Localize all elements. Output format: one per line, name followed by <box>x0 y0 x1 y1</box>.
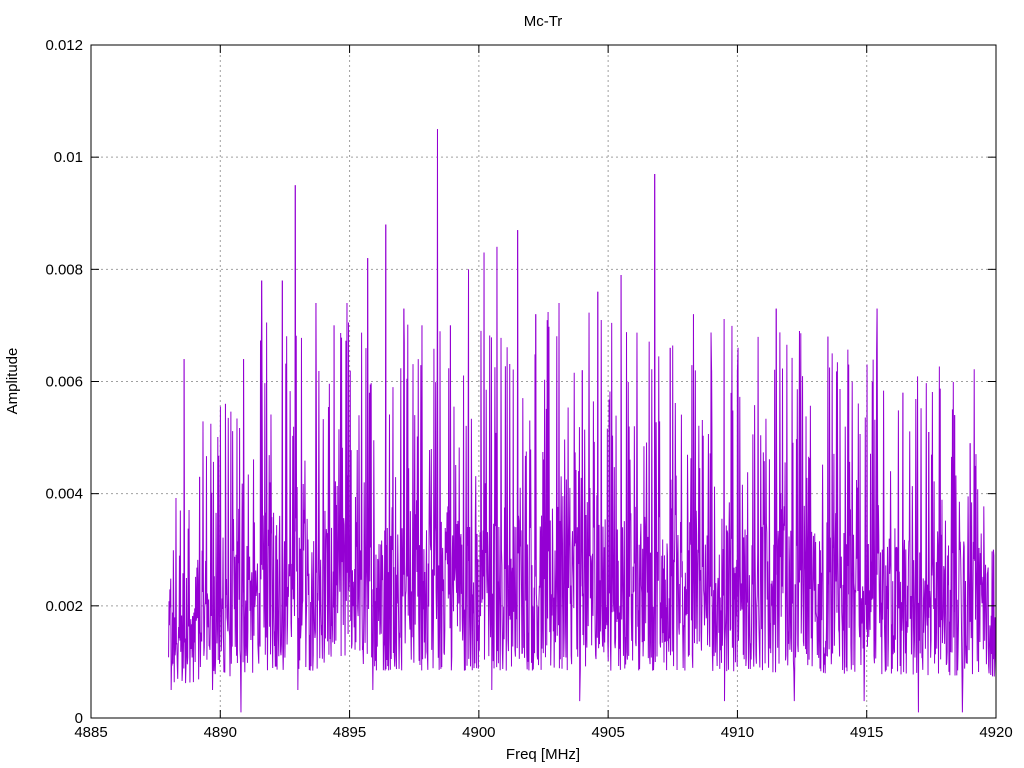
x-axis-title: Freq [MHz] <box>506 746 580 763</box>
y-tick-label: 0.01 <box>54 149 83 166</box>
x-tick-label: 4920 <box>979 724 1012 741</box>
y-tick-label: 0.008 <box>45 261 83 278</box>
amplitude-spectrum-chart: 4885 4890 4895 4900 4905 4910 4915 492000.0020.… <box>4 13 1013 763</box>
x-tick-label: 4900 <box>462 724 495 741</box>
chart-root: 4885 4890 4895 4900 4905 4910 4915 4920 0 0.002 0.… <box>0 0 1024 768</box>
y-tick-label: 0.004 <box>45 486 83 503</box>
chart-title: Mc-Tr <box>524 13 563 30</box>
x-tick-label: 4910 <box>721 724 754 741</box>
x-tick-label: 4905 <box>591 724 624 741</box>
x-tick-label: 4915 <box>850 724 883 741</box>
y-tick-label: 0.006 <box>45 374 83 391</box>
y-axis-title: Amplitude <box>4 348 21 415</box>
series-layer <box>168 129 997 713</box>
y-tick-label: 0.002 <box>45 598 83 615</box>
x-tick-label: 4890 <box>204 724 237 741</box>
y-tick-label: 0.012 <box>45 37 83 54</box>
y-tick-label: 0 <box>75 710 83 727</box>
x-tick-label: 4895 <box>333 724 366 741</box>
